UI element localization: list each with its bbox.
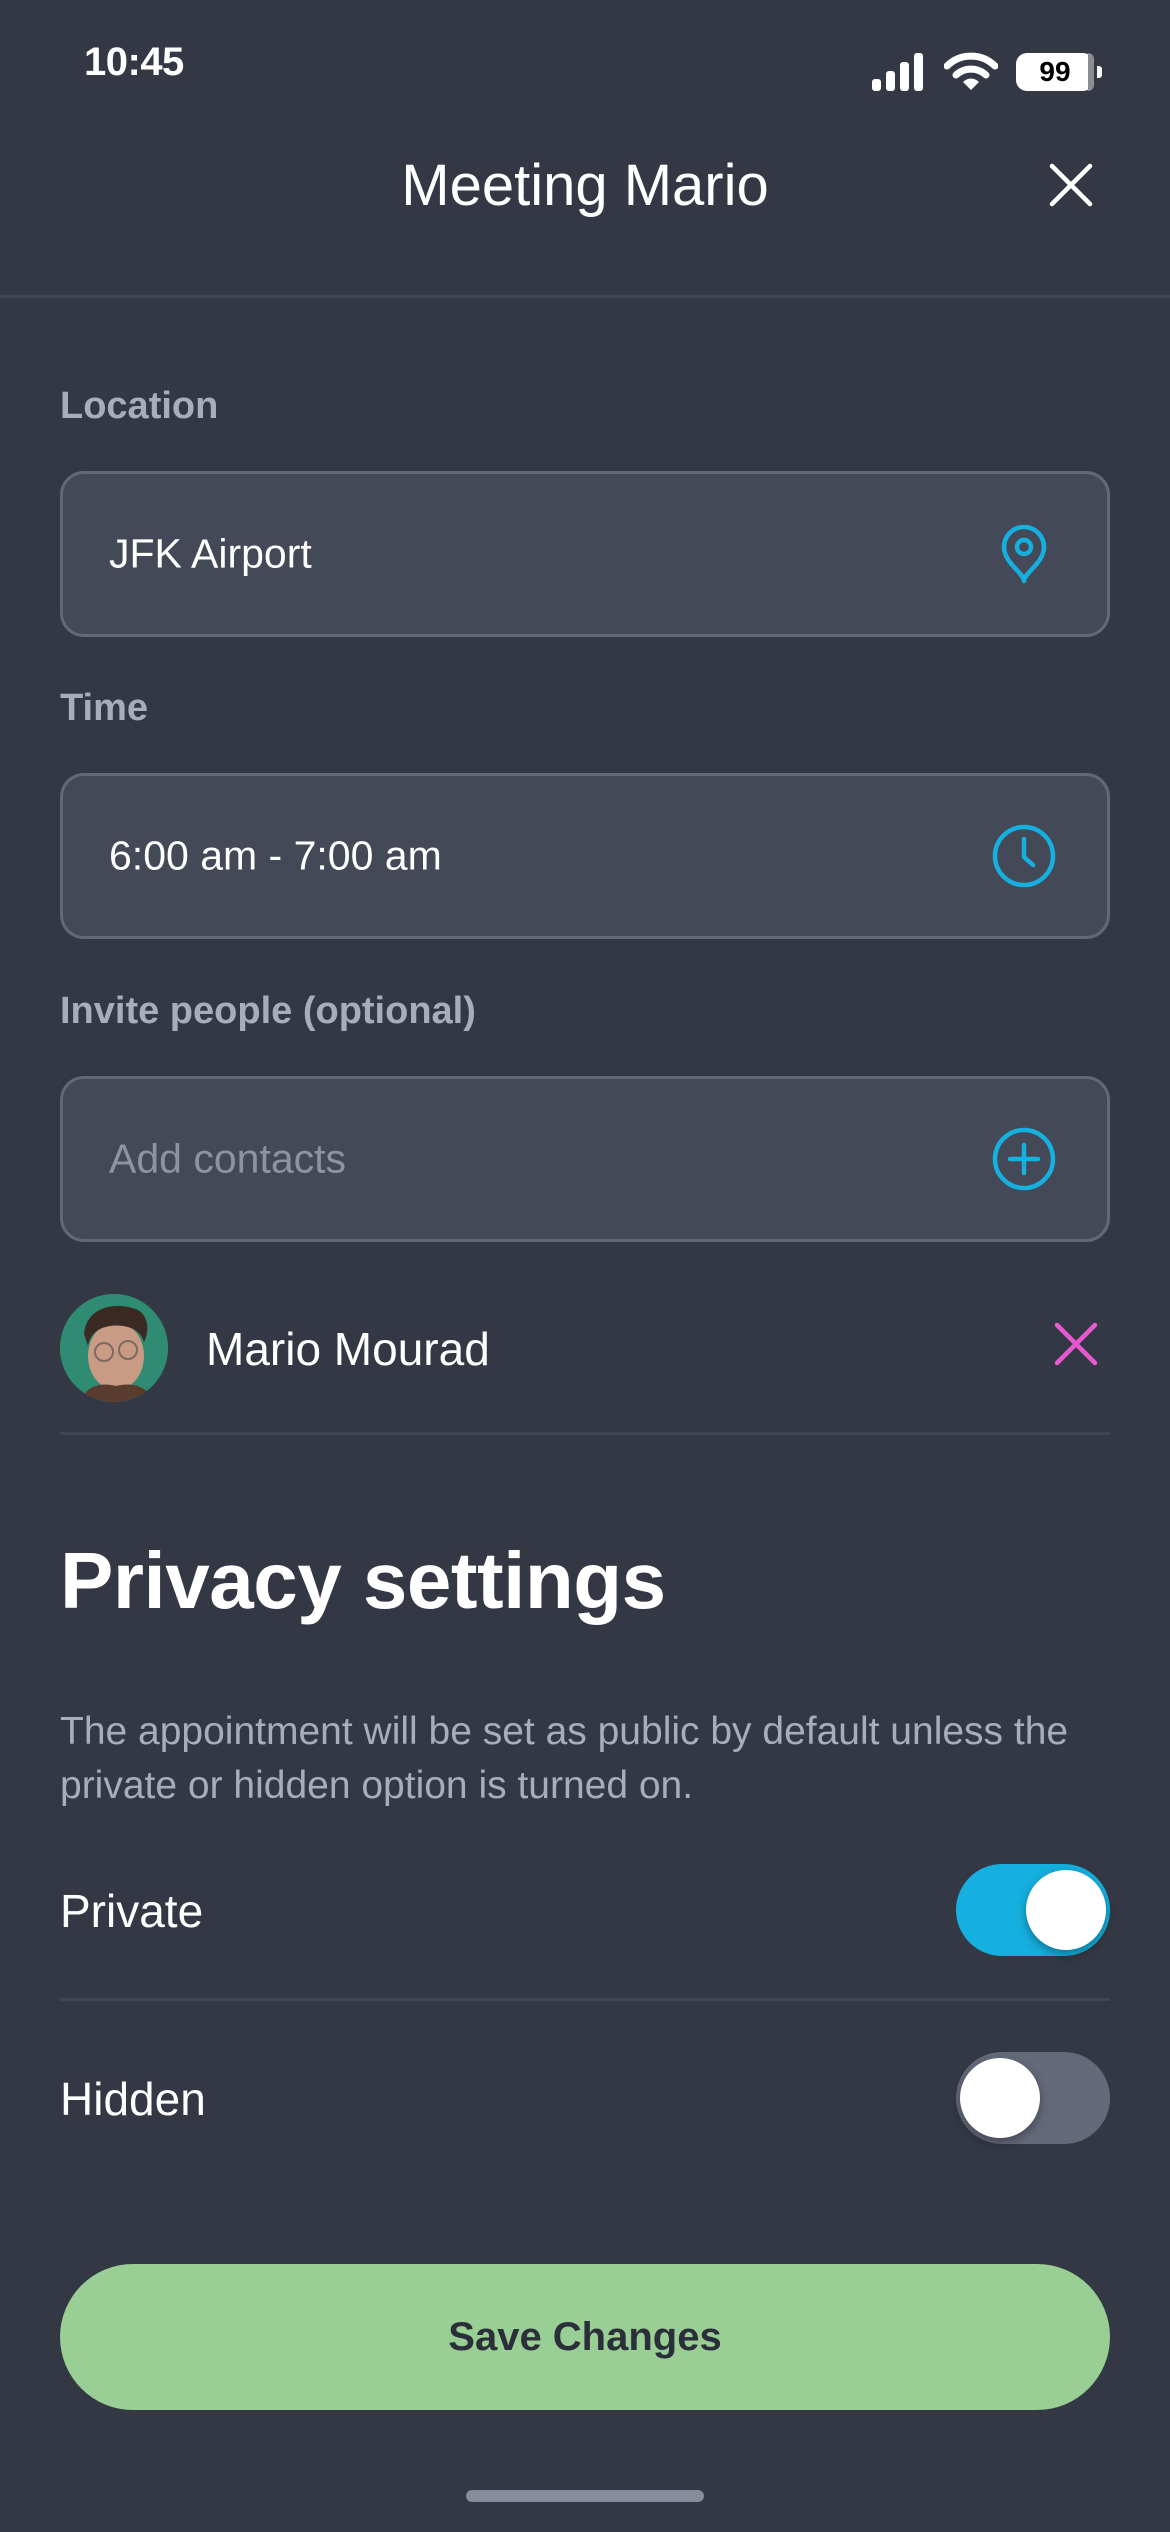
page-title: Meeting Mario: [401, 153, 769, 218]
home-indicator[interactable]: [466, 2490, 704, 2502]
divider: [60, 1432, 1110, 1435]
status-time: 10:45: [84, 40, 184, 84]
map-pin-icon[interactable]: [989, 519, 1059, 589]
remove-x-icon: [1054, 1322, 1098, 1366]
avatar-photo: [60, 1294, 168, 1402]
signal-icon: [872, 53, 923, 91]
modal-header: Meeting Mario: [0, 140, 1170, 298]
time-value: 6:00 am - 7:00 am: [109, 832, 442, 879]
privacy-option-private: Private: [60, 1860, 1110, 1960]
toggle-knob: [960, 2058, 1040, 2138]
time-label: Time: [60, 687, 149, 729]
hidden-toggle[interactable]: [956, 2052, 1110, 2144]
add-contacts-placeholder: Add contacts: [109, 1135, 347, 1182]
wifi-icon: [944, 52, 998, 90]
privacy-option-hidden: Hidden: [60, 2048, 1110, 2148]
plus-circle-icon[interactable]: [989, 1124, 1059, 1194]
private-toggle[interactable]: [956, 1864, 1110, 1956]
location-label: Location: [60, 385, 219, 427]
clock-icon[interactable]: [989, 821, 1059, 891]
privacy-description: The appointment will be set as public by…: [60, 1710, 1069, 1807]
add-contacts-input[interactable]: Add contacts: [60, 1076, 1110, 1242]
save-changes-button[interactable]: Save Changes: [60, 2264, 1110, 2410]
location-value: JFK Airport: [109, 530, 312, 577]
status-bar: 10:45 99: [0, 0, 1170, 120]
time-field[interactable]: 6:00 am - 7:00 am: [60, 773, 1110, 939]
battery-icon: 99: [1016, 53, 1102, 91]
battery-level: 99: [1039, 56, 1071, 87]
battery-tip: [1088, 53, 1094, 91]
battery-cap: [1097, 66, 1102, 78]
close-button[interactable]: [1046, 160, 1096, 210]
toggle-knob: [1026, 1870, 1106, 1950]
privacy-section-title: Privacy settings: [60, 1536, 666, 1625]
invitee-list-item: Mario Mourad: [60, 1290, 1110, 1402]
location-field[interactable]: JFK Airport: [60, 471, 1110, 637]
hidden-label: Hidden: [60, 2073, 206, 2125]
avatar: [60, 1294, 168, 1402]
remove-invitee-button[interactable]: [1052, 1320, 1100, 1368]
close-icon: [1049, 163, 1093, 207]
divider: [60, 1998, 1110, 2001]
invitee-name: Mario Mourad: [206, 1323, 490, 1375]
private-label: Private: [60, 1885, 204, 1937]
invite-label: Invite people (optional): [60, 990, 476, 1032]
status-icons: 99: [870, 52, 1102, 92]
